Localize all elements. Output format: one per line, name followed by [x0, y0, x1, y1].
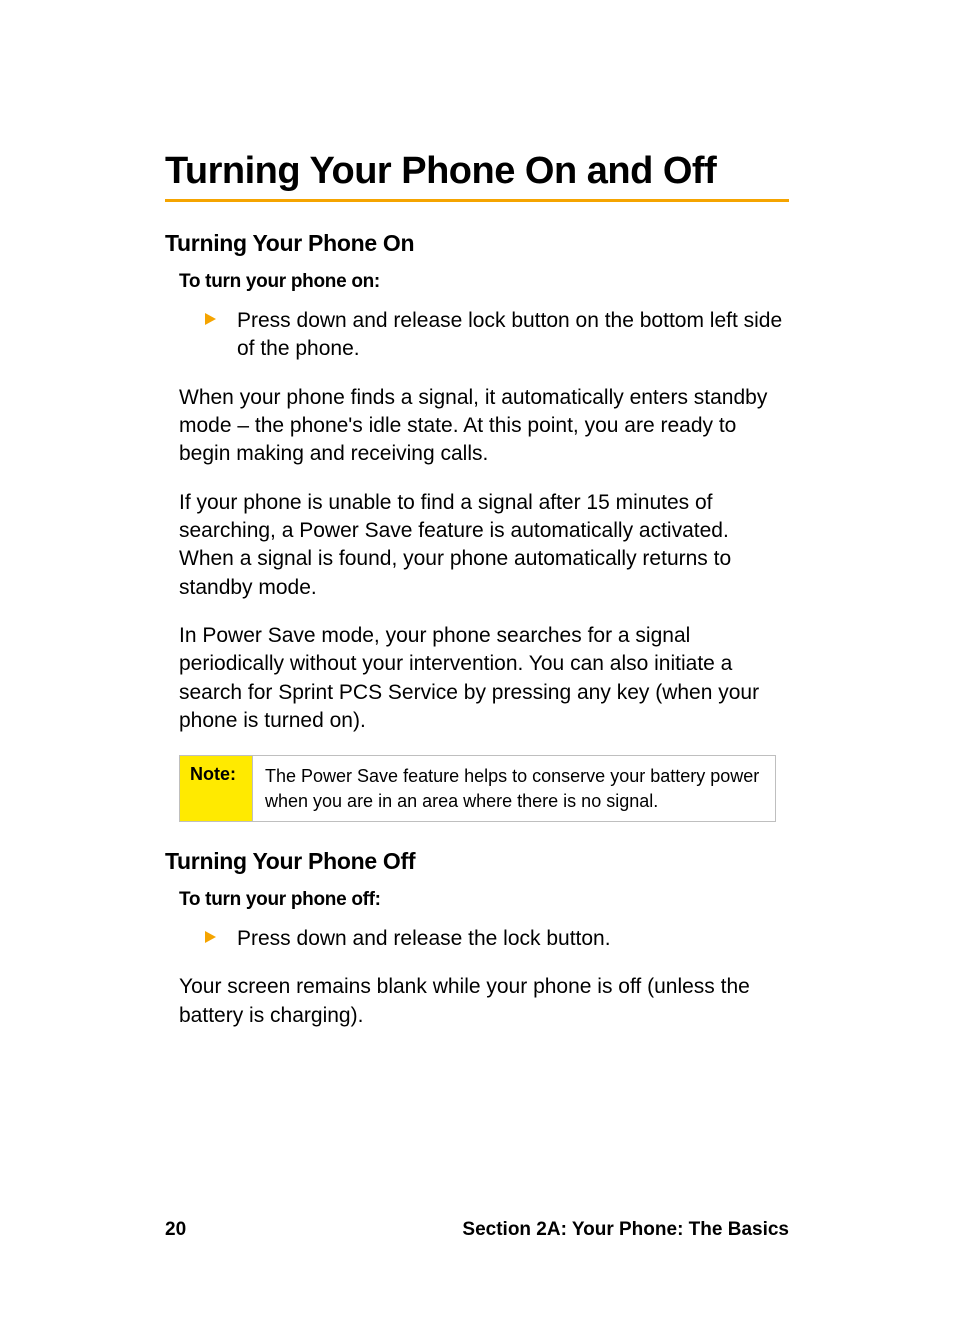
- note-text: The Power Save feature helps to conserve…: [253, 756, 775, 821]
- note-label: Note:: [180, 756, 253, 821]
- document-page: Turning Your Phone On and Off Turning Yo…: [0, 0, 954, 1336]
- body-paragraph: If your phone is unable to find a signal…: [179, 489, 789, 602]
- step-text: Press down and release lock button on th…: [237, 309, 782, 360]
- subheading-phone-on: Turning Your Phone On: [165, 230, 789, 257]
- instruction-phone-on: To turn your phone on:: [179, 271, 789, 293]
- subheading-phone-off: Turning Your Phone Off: [165, 848, 789, 875]
- step-text: Press down and release the lock button.: [237, 927, 611, 950]
- list-item: Press down and release the lock button.: [205, 925, 789, 953]
- page-footer: 20 Section 2A: Your Phone: The Basics: [165, 1219, 789, 1241]
- body-paragraph: Your screen remains blank while your pho…: [179, 973, 789, 1030]
- page-title: Turning Your Phone On and Off: [165, 150, 789, 193]
- arrow-icon: [205, 931, 216, 943]
- body-paragraph: When your phone finds a signal, it autom…: [179, 384, 789, 469]
- note-callout: Note: The Power Save feature helps to co…: [179, 755, 776, 822]
- steps-list-on: Press down and release lock button on th…: [165, 307, 789, 364]
- page-number: 20: [165, 1219, 186, 1241]
- body-paragraph: In Power Save mode, your phone searches …: [179, 622, 789, 735]
- list-item: Press down and release lock button on th…: [205, 307, 789, 364]
- section-label: Section 2A: Your Phone: The Basics: [462, 1219, 789, 1241]
- steps-list-off: Press down and release the lock button.: [165, 925, 789, 953]
- heading-underline: [165, 199, 789, 202]
- arrow-icon: [205, 313, 216, 325]
- instruction-phone-off: To turn your phone off:: [179, 889, 789, 911]
